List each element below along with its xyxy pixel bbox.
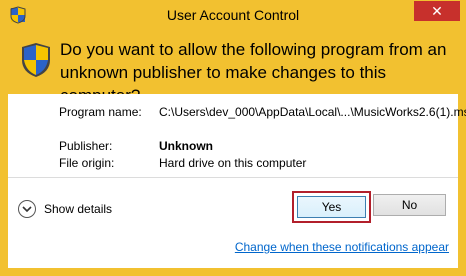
close-icon: ✕ <box>431 3 443 19</box>
file-origin-label: File origin: <box>59 156 115 170</box>
title-bar: User Account Control ✕ <box>0 0 466 30</box>
program-name-value: C:\Users\dev_000\AppData\Local\...\Music… <box>159 105 466 119</box>
publisher-label: Publisher: <box>59 139 113 153</box>
uac-dialog: User Account Control ✕ Do you want to al… <box>0 0 466 276</box>
program-details: Program name: C:\Users\dev_000\AppData\L… <box>59 104 466 172</box>
yes-button-focus-ring: Yes <box>292 191 371 223</box>
program-name-row: Program name: C:\Users\dev_000\AppData\L… <box>59 104 466 138</box>
uac-shield-icon <box>20 42 52 78</box>
file-origin-row: File origin: Hard drive on this computer <box>59 155 454 172</box>
publisher-value: Unknown <box>159 139 213 153</box>
dialog-content: Program name: C:\Users\dev_000\AppData\L… <box>8 94 466 268</box>
no-button[interactable]: No <box>373 194 446 216</box>
chevron-down-circle-icon <box>18 200 36 218</box>
show-details-toggle[interactable]: Show details <box>18 198 112 220</box>
close-button[interactable]: ✕ <box>414 1 460 21</box>
file-origin-value: Hard drive on this computer <box>159 156 307 170</box>
yes-button[interactable]: Yes <box>297 196 366 218</box>
divider <box>8 177 458 178</box>
show-details-label: Show details <box>44 202 113 216</box>
prompt-header: Do you want to allow the following progr… <box>8 30 458 105</box>
change-notifications-link[interactable]: Change when these notifications appear <box>235 240 449 254</box>
program-name-label: Program name: <box>59 105 142 119</box>
publisher-row: Publisher: Unknown <box>59 138 454 155</box>
window-title: User Account Control <box>166 7 300 23</box>
